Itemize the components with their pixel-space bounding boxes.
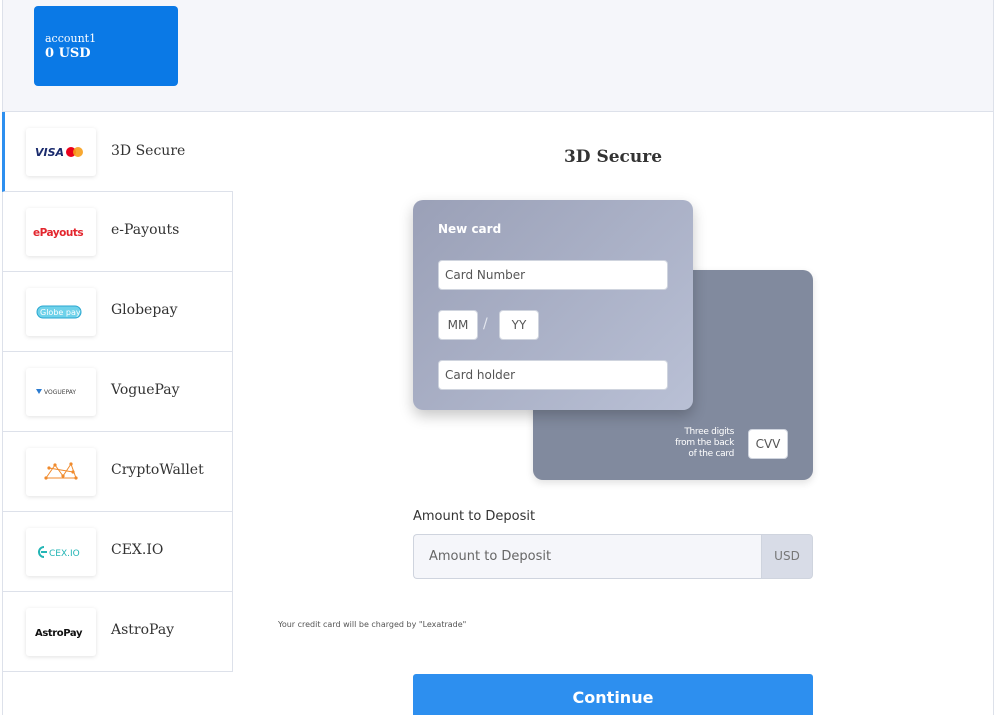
payment-methods-sidebar: VISA 3D Secure ePayouts e-Payouts Globe … [2,112,233,672]
svg-text:Globe pay: Globe pay [40,308,81,317]
method-label: Globepay [111,302,178,318]
method-label: AstroPay [111,622,175,638]
astropay-logo: AstroPay [26,608,96,656]
svg-text:ePayouts: ePayouts [33,227,83,239]
svg-text:AstroPay: AstroPay [35,628,83,639]
svg-text:VISA: VISA [35,146,64,159]
method-cryptowallet[interactable]: CryptoWallet [2,432,233,512]
method-label: 3D Secure [111,143,186,159]
charge-note: Your credit card will be charged by "Lex… [278,620,467,629]
amount-label: Amount to Deposit [413,509,536,524]
cvv-hint: Three digits from the back of the card [675,427,734,459]
method-3d-secure[interactable]: VISA 3D Secure [2,112,233,192]
expiry-month-input[interactable]: MM [438,310,478,340]
method-astropay[interactable]: AstroPay AstroPay [2,592,233,672]
method-label: CryptoWallet [111,462,204,478]
method-label: e-Payouts [111,222,180,238]
globepay-logo: Globe pay [26,288,96,336]
method-cexio[interactable]: CEX.IO CEX.IO [2,512,233,592]
e-payouts-logo: ePayouts [26,208,96,256]
divider [2,672,3,715]
method-label: CEX.IO [111,542,164,558]
cexio-logo: CEX.IO [26,528,96,576]
account-tile[interactable]: account1 0 USD [34,6,178,86]
cvv-input[interactable]: CVV [748,429,788,459]
method-label: VoguePay [111,382,180,398]
svg-text:VOGUEPAY: VOGUEPAY [44,389,76,396]
expiry-separator: / [483,316,488,332]
cryptowallet-logo [26,448,96,496]
account-balance: 0 USD [45,46,91,61]
amount-input[interactable]: Amount to Deposit [413,534,761,579]
card-title: New card [438,222,502,236]
svg-text:CEX.IO: CEX.IO [49,549,80,559]
account-name: account1 [45,32,97,45]
continue-button[interactable]: Continue [413,674,813,715]
divider [993,112,994,715]
card-number-input[interactable]: Card Number [438,260,668,290]
page-title: 3D Secure [563,147,663,167]
card-holder-input[interactable]: Card holder [438,360,668,390]
method-voguepay[interactable]: VOGUEPAY VoguePay [2,352,233,432]
visa-mastercard-logo: VISA [26,128,96,176]
accounts-bar: account1 0 USD [2,0,994,112]
voguepay-logo: VOGUEPAY [26,368,96,416]
expiry-year-input[interactable]: YY [499,310,539,340]
method-globepay[interactable]: Globe pay Globepay [2,272,233,352]
method-e-payouts[interactable]: ePayouts e-Payouts [2,192,233,272]
currency-badge: USD [761,534,813,579]
